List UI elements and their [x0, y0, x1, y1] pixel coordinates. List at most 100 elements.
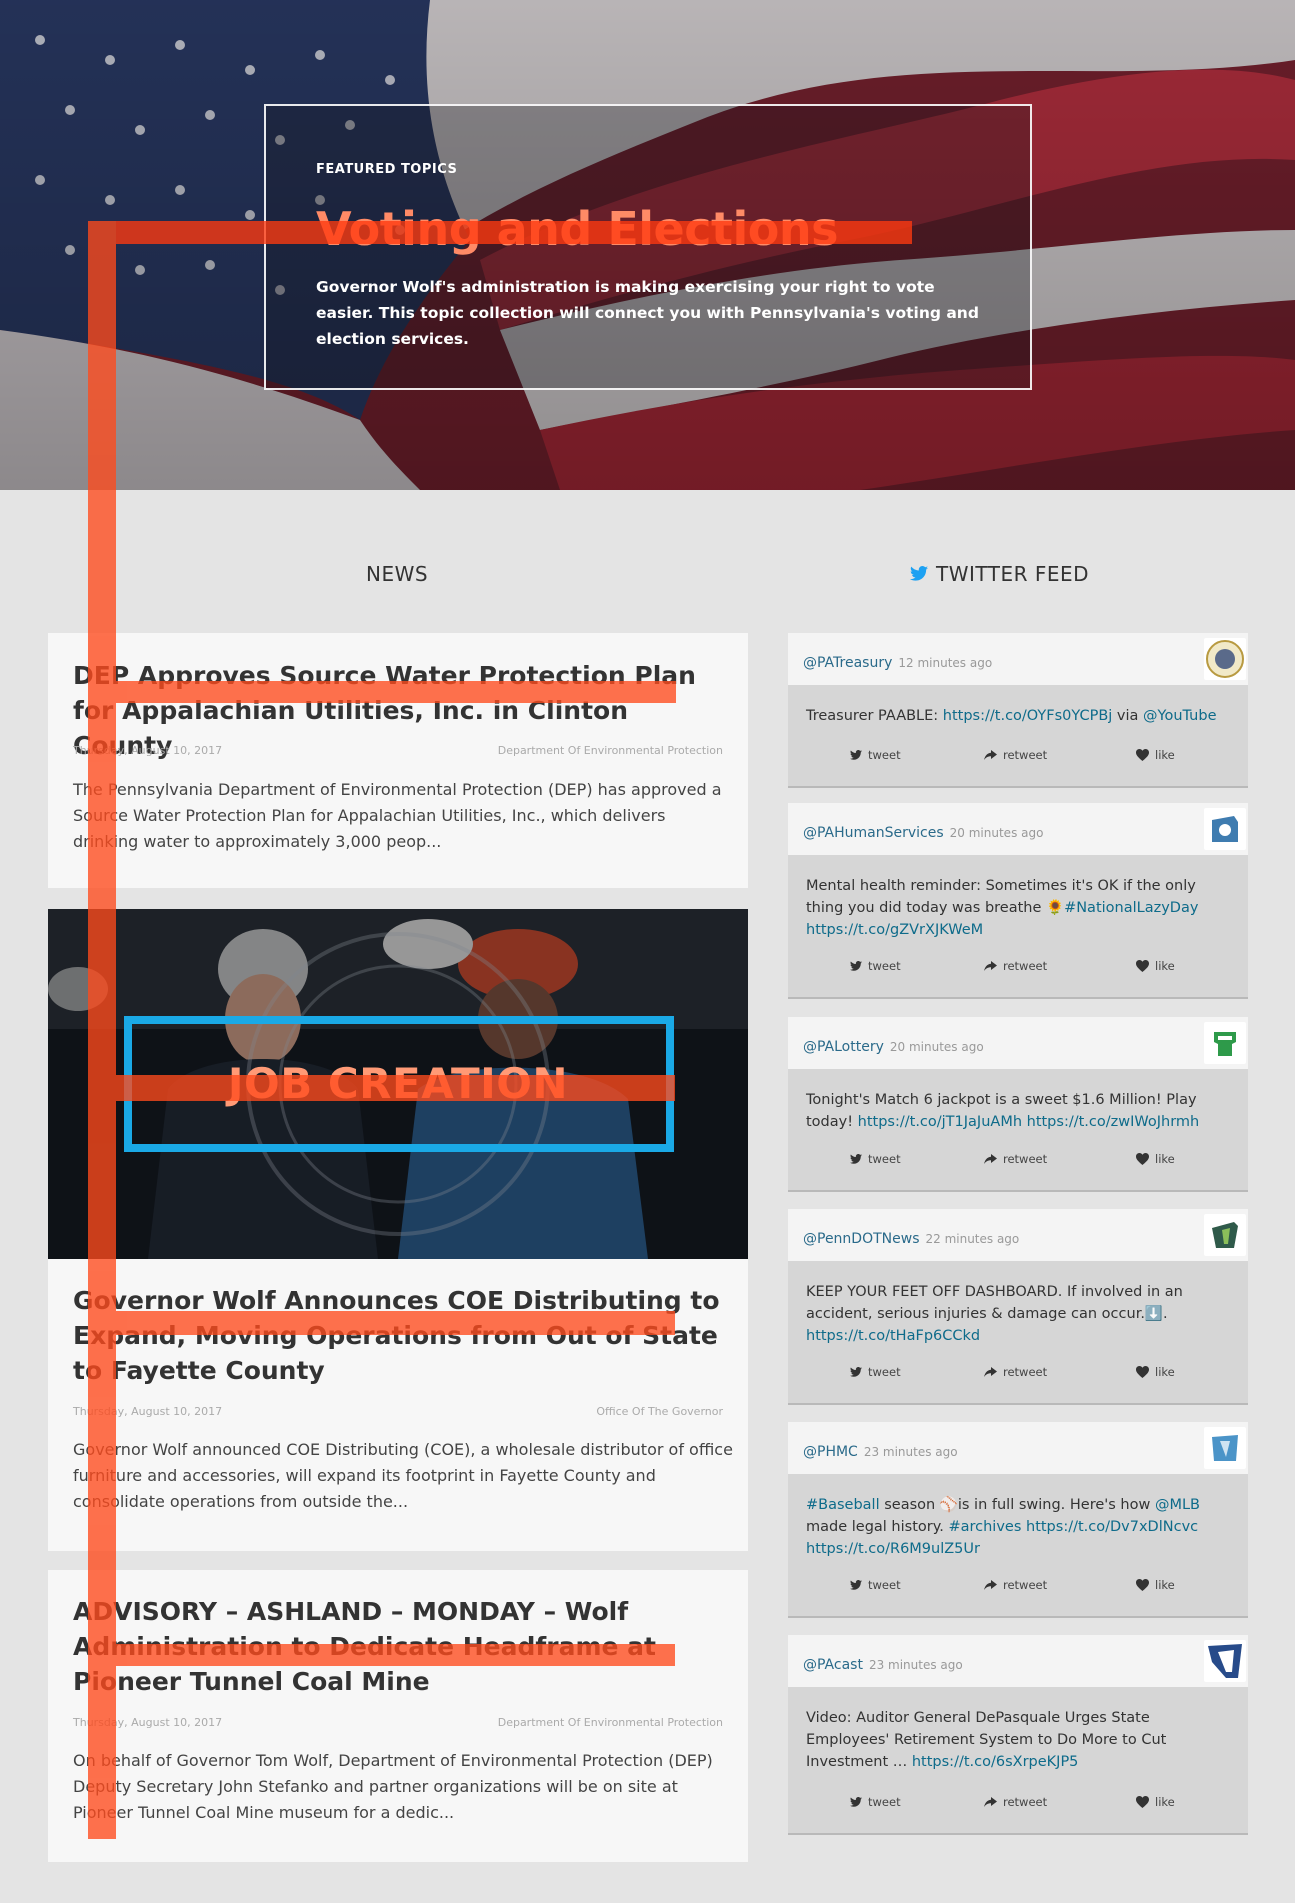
tweet-timestamp[interactable]: 23 minutes ago	[864, 1445, 958, 1459]
tweet-card[interactable]: @PAcast 23 minutes ago Video: Auditor Gen…	[788, 1635, 1248, 1835]
like-button[interactable]: like	[1136, 1152, 1175, 1166]
tweet-text: Tonight's Match 6 jackpot is a sweet $1.…	[806, 1089, 1231, 1133]
news-card[interactable]: DEP Approves Source Water Protection Pla…	[48, 633, 748, 888]
twitter-bird-icon	[850, 961, 862, 971]
tweet-avatar[interactable]	[1204, 1214, 1246, 1256]
tweet-timestamp[interactable]: 20 minutes ago	[950, 826, 1044, 840]
tweet-link[interactable]: https://t.co/Dv7xDlNcvc	[1026, 1519, 1198, 1535]
heart-icon	[1136, 1579, 1149, 1591]
tweet-avatar[interactable]	[1204, 638, 1246, 680]
featured-topic-box[interactable]: FEATURED TOPICS Voting and Elections Gov…	[264, 104, 1032, 390]
news-card-meta: Thursday, August 10, 2017 Office Of The …	[73, 1405, 723, 1418]
tweet-button[interactable]: tweet	[850, 959, 901, 973]
news-card-meta: Thursday, August 10, 2017 Department Of …	[73, 744, 723, 757]
news-card-source[interactable]: Office Of The Governor	[596, 1405, 723, 1418]
job-creation-label: JOB CREATION	[227, 1059, 569, 1108]
tweet-header: @PAHumanServices 20 minutes ago	[788, 803, 1248, 855]
tweet-hashtag[interactable]: #NationalLazyDay	[1064, 900, 1198, 916]
tweet-button[interactable]: tweet	[850, 1795, 901, 1809]
tweet-link[interactable]: https://t.co/OYFs0YCPBj	[943, 708, 1113, 724]
retweet-button[interactable]: retweet	[984, 748, 1047, 762]
tweet-text: KEEP YOUR FEET OFF DASHBOARD. If involve…	[806, 1281, 1231, 1347]
news-card-title[interactable]: Governor Wolf Announces COE Distributing…	[73, 1283, 733, 1388]
tweet-user-handle[interactable]: @PATreasury	[803, 655, 892, 671]
like-button[interactable]: like	[1136, 748, 1175, 762]
twitter-feed-heading-text: TWITTER FEED	[936, 562, 1090, 586]
tweet-card[interactable]: @PennDOTNews 22 minutes ago KEEP YOUR FEE…	[788, 1209, 1248, 1405]
retweet-button-label: retweet	[1003, 748, 1048, 762]
heart-icon	[1136, 1796, 1149, 1808]
tweet-timestamp[interactable]: 23 minutes ago	[869, 1658, 963, 1672]
twitter-bird-icon	[850, 1367, 862, 1377]
tweet-card[interactable]: @PATreasury 12 minutes ago Treasurer PAAB…	[788, 633, 1248, 788]
tweet-card[interactable]: @PALottery 20 minutes ago Tonight's Match…	[788, 1017, 1248, 1192]
tweet-hashtag[interactable]: #archives	[948, 1519, 1021, 1535]
twitter-bird-icon	[910, 562, 928, 586]
retweet-button[interactable]: retweet	[984, 1578, 1047, 1592]
tweet-timestamp[interactable]: 12 minutes ago	[898, 656, 992, 670]
tweet-card[interactable]: @PAHumanServices 20 minutes ago Mental he…	[788, 803, 1248, 999]
tweet-timestamp[interactable]: 22 minutes ago	[925, 1232, 1019, 1246]
tweet-link[interactable]: https://t.co/zwIWoJhrmh	[1027, 1114, 1200, 1130]
tweet-user-handle[interactable]: @PAHumanServices	[803, 825, 944, 841]
tweet-avatar[interactable]	[1204, 1640, 1246, 1682]
tweet-link[interactable]: https://t.co/jT1JaJuAMh	[858, 1114, 1022, 1130]
news-card[interactable]: Governor Wolf Announces COE Distributing…	[48, 1259, 748, 1551]
news-card[interactable]: ADVISORY – ASHLAND – MONDAY – Wolf Admin…	[48, 1570, 748, 1862]
tweet-avatar[interactable]	[1204, 808, 1246, 850]
share-arrow-icon	[984, 1366, 997, 1377]
hero-banner: FEATURED TOPICS Voting and Elections Gov…	[0, 0, 1295, 490]
tweet-header: @PHMC 23 minutes ago	[788, 1422, 1248, 1474]
tweet-link[interactable]: https://t.co/6sXrpeKJP5	[912, 1754, 1079, 1770]
twitter-bird-icon	[850, 1154, 862, 1164]
tweet-hashtag[interactable]: #Baseball	[806, 1497, 880, 1513]
tweet-user-handle[interactable]: @PAcast	[803, 1657, 863, 1673]
like-button[interactable]: like	[1136, 1795, 1175, 1809]
news-card-source[interactable]: Department Of Environmental Protection	[498, 744, 723, 757]
tweet-button[interactable]: tweet	[850, 1365, 901, 1379]
featured-topics-label: FEATURED TOPICS	[316, 162, 458, 177]
tweet-button[interactable]: tweet	[850, 1578, 901, 1592]
like-button[interactable]: like	[1136, 1365, 1175, 1379]
tweet-mention[interactable]: @YouTube	[1143, 708, 1216, 724]
tweet-actions: tweet retweet like	[788, 1365, 1248, 1385]
job-creation-banner[interactable]: JOB CREATION	[48, 909, 748, 1259]
tweet-card[interactable]: @PHMC 23 minutes ago #Baseball season ⚾is…	[788, 1422, 1248, 1618]
like-button-label: like	[1155, 959, 1175, 973]
tweet-mention[interactable]: @MLB	[1155, 1497, 1200, 1513]
news-card-excerpt: On behalf of Governor Tom Wolf, Departme…	[73, 1751, 713, 1822]
heart-icon	[1136, 749, 1149, 761]
tweet-user-handle[interactable]: @PALottery	[803, 1039, 884, 1055]
tweet-text: Video: Auditor General DePasquale Urges …	[806, 1707, 1231, 1773]
tweet-link[interactable]: https://t.co/R6M9ulZ5Ur	[806, 1541, 980, 1557]
tweet-timestamp[interactable]: 20 minutes ago	[890, 1040, 984, 1054]
tweet-user-handle[interactable]: @PennDOTNews	[803, 1231, 919, 1247]
tweet-user-handle[interactable]: @PHMC	[803, 1444, 858, 1460]
twitter-bird-icon	[850, 750, 862, 760]
tweet-link[interactable]: https://t.co/gZVrXJKWeM	[806, 922, 983, 938]
tweet-avatar[interactable]	[1204, 1022, 1246, 1064]
tweet-avatar[interactable]	[1204, 1427, 1246, 1469]
retweet-button[interactable]: retweet	[984, 1152, 1047, 1166]
tweet-button[interactable]: tweet	[850, 748, 901, 762]
retweet-button[interactable]: retweet	[984, 1795, 1047, 1809]
featured-topic-title[interactable]: Voting and Elections	[316, 202, 839, 256]
tweet-link[interactable]: https://t.co/tHaFp6CCkd	[806, 1328, 980, 1344]
like-button-label: like	[1155, 1365, 1175, 1379]
tweet-text-part: Treasurer PAABLE:	[806, 708, 943, 724]
share-arrow-icon	[984, 749, 997, 760]
news-card-source[interactable]: Department Of Environmental Protection	[498, 1716, 723, 1729]
news-card-title[interactable]: ADVISORY – ASHLAND – MONDAY – Wolf Admin…	[73, 1594, 733, 1699]
tweet-button-label: tweet	[868, 1795, 901, 1809]
tweet-actions: tweet retweet like	[788, 959, 1248, 979]
retweet-button[interactable]: retweet	[984, 1365, 1047, 1379]
like-button-label: like	[1155, 1795, 1175, 1809]
tweet-button[interactable]: tweet	[850, 1152, 901, 1166]
like-button[interactable]: like	[1136, 1578, 1175, 1592]
tweet-actions: tweet retweet like	[788, 1795, 1248, 1815]
retweet-button[interactable]: retweet	[984, 959, 1047, 973]
heart-icon	[1136, 960, 1149, 972]
like-button[interactable]: like	[1136, 959, 1175, 973]
tweet-button-label: tweet	[868, 1152, 901, 1166]
retweet-button-label: retweet	[1003, 1578, 1048, 1592]
